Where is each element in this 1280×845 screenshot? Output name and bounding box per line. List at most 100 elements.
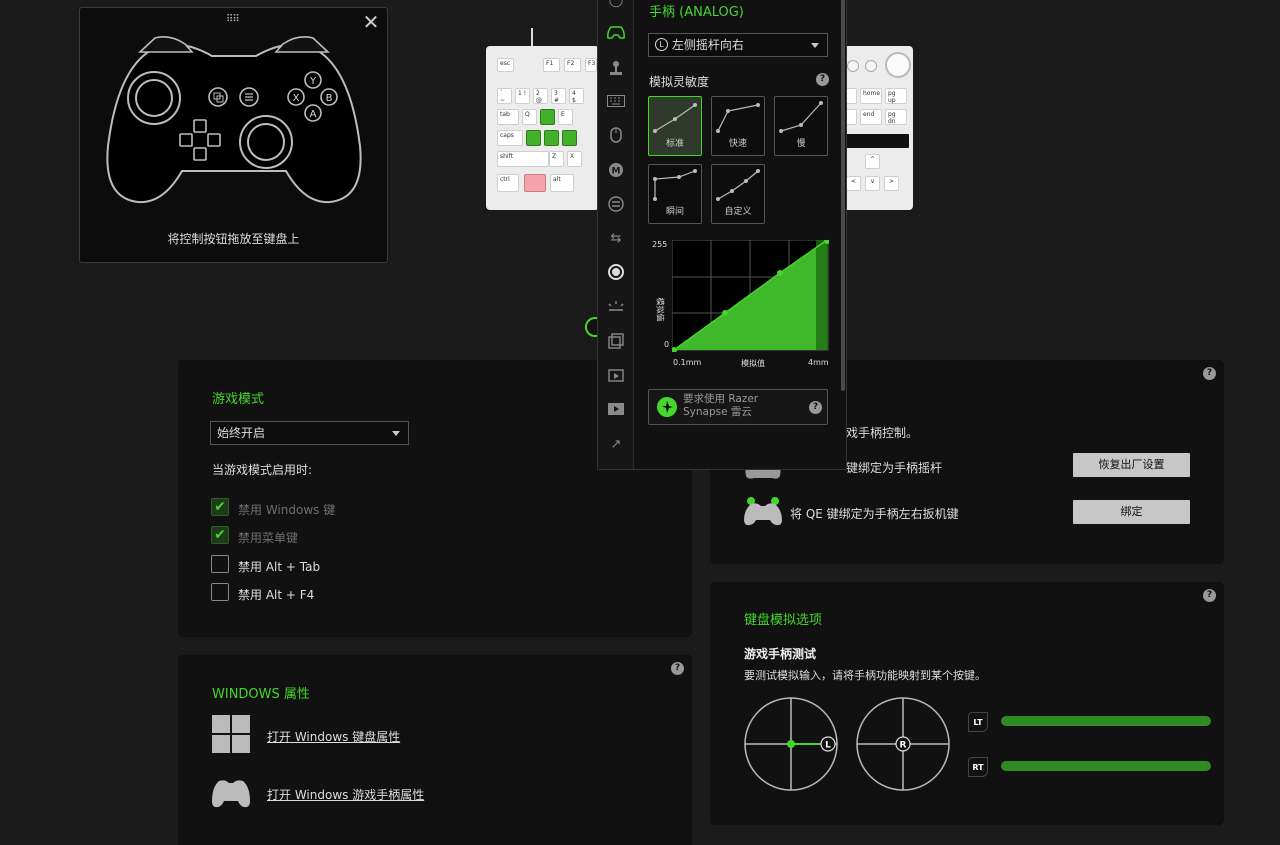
key-3[interactable]: 3 # [551,88,566,104]
chevron-down-icon [392,431,400,436]
preset-instant[interactable]: 瞬间 [648,164,702,224]
key-q[interactable]: Q [522,109,537,125]
reset-defaults-button[interactable]: 恢复出厂设置 [1073,453,1190,477]
keyboard-emulation-card: ? 键盘模拟选项 游戏手柄测试 要测试模拟输入，请将手柄功能映射到某个按键。 L… [710,582,1224,825]
key-s-mapped[interactable] [544,130,559,146]
key-ctrl[interactable]: ctrl [497,174,519,192]
key-f1[interactable]: F1 [543,58,560,72]
disable-alt-tab-label: 禁用 Alt + Tab [238,560,321,574]
key-down[interactable]: v [865,176,880,191]
y-min-label: 0 [664,340,670,349]
key-caps[interactable]: caps [497,130,523,146]
stick-direction-dropdown[interactable]: L 左侧摇杆向右 [648,33,828,57]
key-esc[interactable]: esc [497,58,514,72]
drag-handle-icon[interactable]: ⠿⠿ [226,14,240,25]
key-x[interactable]: X [567,151,582,167]
synapse-notice-text: 要求使用 Razer Synapse 雷云 [683,393,759,418]
preset-custom[interactable]: 自定义 [711,164,765,224]
disable-windows-key-checkbox[interactable]: ✔ [211,498,229,516]
key-w-mapped[interactable] [540,109,555,125]
preset-standard-label: 标准 [665,139,684,149]
key-f2[interactable]: F2 [564,58,581,72]
swap-icon[interactable]: ⇆ [607,229,625,247]
key-end[interactable]: end [860,109,882,125]
disable-menu-key-checkbox[interactable]: ✔ [211,526,229,544]
gamepad-icon[interactable] [607,24,625,42]
key-d-mapped[interactable] [562,130,577,146]
key-right[interactable]: > [884,176,899,191]
analog-settings-popup: ◯ M ⇆ ↗ 手柄 (ANALOG) L 左侧摇杆向右 模拟灵敏度 ? 标准 … [597,0,847,470]
key-a-mapped[interactable] [526,130,541,146]
key-tab[interactable]: tab [497,109,519,125]
media-button-icon[interactable] [847,60,859,72]
disable-alt-f4-checkbox[interactable] [211,583,229,601]
preset-slow[interactable]: 慢 [774,96,828,156]
windows-icon [212,715,250,753]
key-tilde[interactable]: ` ~ [497,88,512,104]
lighting-icon[interactable] [607,297,625,315]
key-e[interactable]: E [558,109,573,125]
help-icon[interactable]: ? [1203,589,1216,602]
key-4[interactable]: 4 $ [569,88,584,104]
gamepad-triggers-icon [744,497,782,526]
key-left[interactable]: < [846,176,861,191]
left-stick-badge-icon: L [655,38,668,51]
keyboard-right-section: home pg up end pg dn ^ < v > [843,46,913,210]
sensitivity-icon[interactable] [607,263,625,281]
help-icon[interactable]: ? [816,73,829,86]
disable-alt-tab-checkbox[interactable] [211,555,229,573]
launch-program-icon[interactable] [607,332,625,350]
key-z[interactable]: Z [549,151,564,167]
video-icon[interactable] [607,400,625,418]
game-mode-dropdown[interactable]: 始终开启 [210,421,409,445]
preset-fast-label: 快速 [728,139,747,149]
help-icon[interactable]: ? [1203,367,1216,380]
x-min-label: 0.1mm [673,358,702,367]
key-home[interactable]: home [860,88,882,104]
help-icon[interactable]: ? [809,401,822,414]
key-windows-disabled[interactable] [524,174,546,192]
key-alt[interactable]: alt [550,174,574,192]
emulation-title: 键盘模拟选项 [744,613,823,628]
x-max-label: 4mm [808,358,829,367]
open-gamepad-properties-link[interactable]: 打开 Windows 游戏手柄属性 [267,786,424,803]
keyboard-display [843,134,909,148]
preset-custom-label: 自定义 [724,207,752,217]
key-1[interactable]: 1 ! [515,88,530,104]
y-max-label: 255 [652,240,668,249]
keyboard-left-section: esc F1 F2 F3 ` ~ 1 ! 2 @ 3 # 4 $ tab Q E… [486,28,599,210]
y-axis-label: 模拟值 [655,297,665,322]
key-f3[interactable]: F3 [585,58,597,72]
preset-fast[interactable]: 快速 [711,96,765,156]
key-up[interactable]: ^ [865,154,880,169]
left-stick-test: L [744,697,838,791]
mouse-icon[interactable] [607,126,625,144]
keyboard-icon[interactable] [607,92,625,110]
macro-icon[interactable]: M [607,161,625,179]
drag-instruction: 将控制按钮拖放至键盘上 [167,232,300,246]
popup-scrollbar[interactable] [841,0,845,391]
volume-dial-icon[interactable] [885,52,911,78]
shortcut-icon[interactable]: ↗ [607,435,625,453]
bind-button[interactable]: 绑定 [1073,500,1190,524]
preset-standard[interactable]: 标准 [648,96,702,156]
key-pgup[interactable]: pg up [885,88,907,104]
sensitivity-label: 模拟灵敏度 [649,75,710,89]
key-shift[interactable]: shift [497,151,549,167]
help-icon[interactable]: ? [671,662,684,675]
a-button-label: A [310,109,317,120]
switch-icon[interactable] [607,195,625,213]
multimedia-icon[interactable] [607,366,625,384]
joystick-icon[interactable] [607,59,625,77]
key-2[interactable]: 2 @ [533,88,548,104]
razer-logo-icon [657,397,677,417]
circle-icon[interactable]: ◯ [607,0,625,9]
lt-bar-track [1001,716,1211,726]
media-button-icon[interactable] [865,60,877,72]
windows-properties-title: WINDOWS 属性 [212,687,310,702]
sensitivity-curve-graph[interactable]: 255 0 模拟值 0.1mm 模拟值 4mm [648,240,833,375]
gamepad-test-title: 游戏手柄测试 [744,647,817,661]
x-button-label: X [293,93,300,104]
open-keyboard-properties-link[interactable]: 打开 Windows 键盘属性 [267,728,400,745]
key-pgdn[interactable]: pg dn [885,109,907,125]
